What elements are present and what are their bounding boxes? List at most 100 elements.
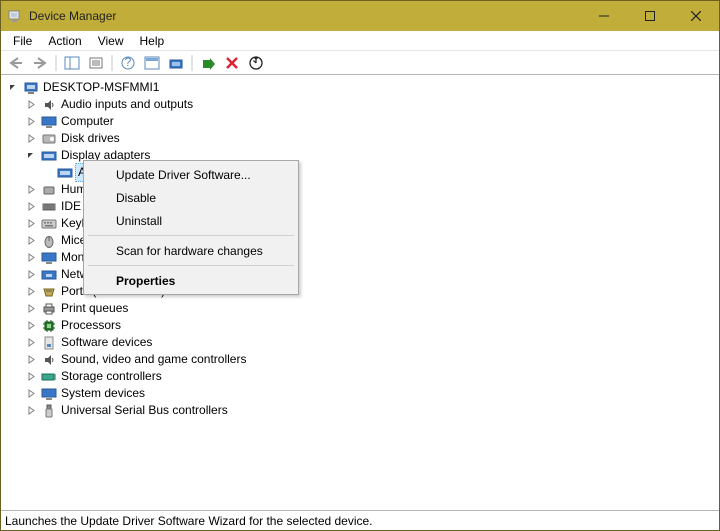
- tree-label: Audio inputs and outputs: [59, 96, 195, 113]
- expand-icon[interactable]: [23, 219, 39, 228]
- svg-text:?: ?: [125, 56, 132, 69]
- expand-icon[interactable]: [23, 304, 39, 313]
- enable-button[interactable]: [197, 52, 219, 74]
- tree-label: Software devices: [59, 334, 154, 351]
- toolbar: ?: [1, 51, 719, 75]
- tree-label: DESKTOP-MSFMMI1: [41, 79, 161, 96]
- tree-label: Universal Serial Bus controllers: [59, 402, 230, 419]
- tree-label: Disk drives: [59, 130, 122, 147]
- ctx-label: Uninstall: [116, 214, 162, 228]
- storage-icon: [39, 371, 59, 383]
- tree-label: Processors: [59, 317, 123, 334]
- tree-item-disk[interactable]: Disk drives: [3, 130, 717, 147]
- expand-icon[interactable]: [23, 355, 39, 364]
- properties-button[interactable]: [85, 52, 107, 74]
- tree-item-usb[interactable]: Universal Serial Bus controllers: [3, 402, 717, 419]
- ctx-properties[interactable]: Properties: [86, 269, 296, 292]
- expand-icon[interactable]: [23, 287, 39, 296]
- expand-icon[interactable]: [23, 117, 39, 126]
- ctx-label: Scan for hardware changes: [116, 244, 263, 258]
- tree-label: System devices: [59, 385, 147, 402]
- device-tree[interactable]: DESKTOP-MSFMMI1 Audio inputs and outputs…: [1, 75, 719, 510]
- show-hide-tree-button[interactable]: [61, 52, 83, 74]
- tree-label: Computer: [59, 113, 116, 130]
- help-button[interactable]: ?: [117, 52, 139, 74]
- maximize-button[interactable]: [627, 1, 673, 31]
- menu-help[interactable]: Help: [132, 32, 173, 50]
- ide-icon: [39, 202, 59, 212]
- tree-item-computer[interactable]: Computer: [3, 113, 717, 130]
- usb-icon: [39, 404, 59, 418]
- tree-item-software[interactable]: Software devices: [3, 334, 717, 351]
- system-icon: [39, 388, 59, 400]
- menu-view[interactable]: View: [90, 32, 132, 50]
- tree-label: Print queues: [59, 300, 130, 317]
- separator: [53, 52, 59, 74]
- expand-icon[interactable]: [23, 100, 39, 109]
- tree-label: Storage controllers: [59, 368, 164, 385]
- separator: [109, 52, 115, 74]
- view-button[interactable]: [141, 52, 163, 74]
- tree-item-printqueues[interactable]: Print queues: [3, 300, 717, 317]
- hid-icon: [39, 184, 59, 196]
- tree-item-system[interactable]: System devices: [3, 385, 717, 402]
- computer-icon: [21, 81, 41, 95]
- menu-action[interactable]: Action: [40, 32, 89, 50]
- menubar: File Action View Help: [1, 31, 719, 51]
- ctx-uninstall[interactable]: Uninstall: [86, 209, 296, 232]
- app-icon: [7, 8, 23, 24]
- mouse-icon: [39, 234, 59, 248]
- back-button[interactable]: [5, 52, 27, 74]
- minimize-button[interactable]: [581, 1, 627, 31]
- speaker-icon: [39, 353, 59, 367]
- tree-root[interactable]: DESKTOP-MSFMMI1: [3, 79, 717, 96]
- expand-icon[interactable]: [23, 202, 39, 211]
- ctx-disable[interactable]: Disable: [86, 186, 296, 209]
- separator: [88, 265, 294, 266]
- cpu-icon: [39, 319, 59, 333]
- scan-hardware-button[interactable]: [245, 52, 267, 74]
- menu-file[interactable]: File: [5, 32, 40, 50]
- monitor-icon: [39, 116, 59, 128]
- forward-button[interactable]: [29, 52, 51, 74]
- ctx-scan[interactable]: Scan for hardware changes: [86, 239, 296, 262]
- collapse-icon[interactable]: [5, 83, 21, 93]
- status-bar: Launches the Update Driver Software Wiza…: [1, 510, 719, 530]
- ctx-label: Disable: [116, 191, 156, 205]
- speaker-icon: [39, 98, 59, 112]
- tree-label: Sound, video and game controllers: [59, 351, 248, 368]
- expand-icon[interactable]: [23, 406, 39, 415]
- keyboard-icon: [39, 219, 59, 229]
- ctx-label: Properties: [116, 274, 175, 288]
- separator: [88, 235, 294, 236]
- software-icon: [39, 336, 59, 350]
- port-icon: [39, 286, 59, 298]
- tree-item-processors[interactable]: Processors: [3, 317, 717, 334]
- tree-item-sound[interactable]: Sound, video and game controllers: [3, 351, 717, 368]
- status-text: Launches the Update Driver Software Wiza…: [5, 514, 373, 528]
- window-title: Device Manager: [29, 9, 581, 23]
- update-driver-button[interactable]: [165, 52, 187, 74]
- uninstall-button[interactable]: [221, 52, 243, 74]
- ctx-label: Update Driver Software...: [116, 168, 251, 182]
- tree-item-storage[interactable]: Storage controllers: [3, 368, 717, 385]
- expand-icon[interactable]: [23, 253, 39, 262]
- titlebar: Device Manager: [1, 1, 719, 31]
- expand-icon[interactable]: [23, 389, 39, 398]
- expand-icon[interactable]: [23, 134, 39, 143]
- expand-icon[interactable]: [23, 338, 39, 347]
- disk-icon: [39, 133, 59, 145]
- expand-icon[interactable]: [23, 270, 39, 279]
- display-adapter-icon: [39, 150, 59, 162]
- expand-icon[interactable]: [23, 372, 39, 381]
- collapse-icon[interactable]: [23, 151, 39, 161]
- close-button[interactable]: [673, 1, 719, 31]
- expand-icon[interactable]: [23, 321, 39, 330]
- expand-icon[interactable]: [23, 236, 39, 245]
- tree-item-audio[interactable]: Audio inputs and outputs: [3, 96, 717, 113]
- expand-icon[interactable]: [23, 185, 39, 194]
- ctx-update-driver[interactable]: Update Driver Software...: [86, 163, 296, 186]
- printer-icon: [39, 303, 59, 315]
- network-icon: [39, 269, 59, 281]
- monitor-icon: [39, 252, 59, 264]
